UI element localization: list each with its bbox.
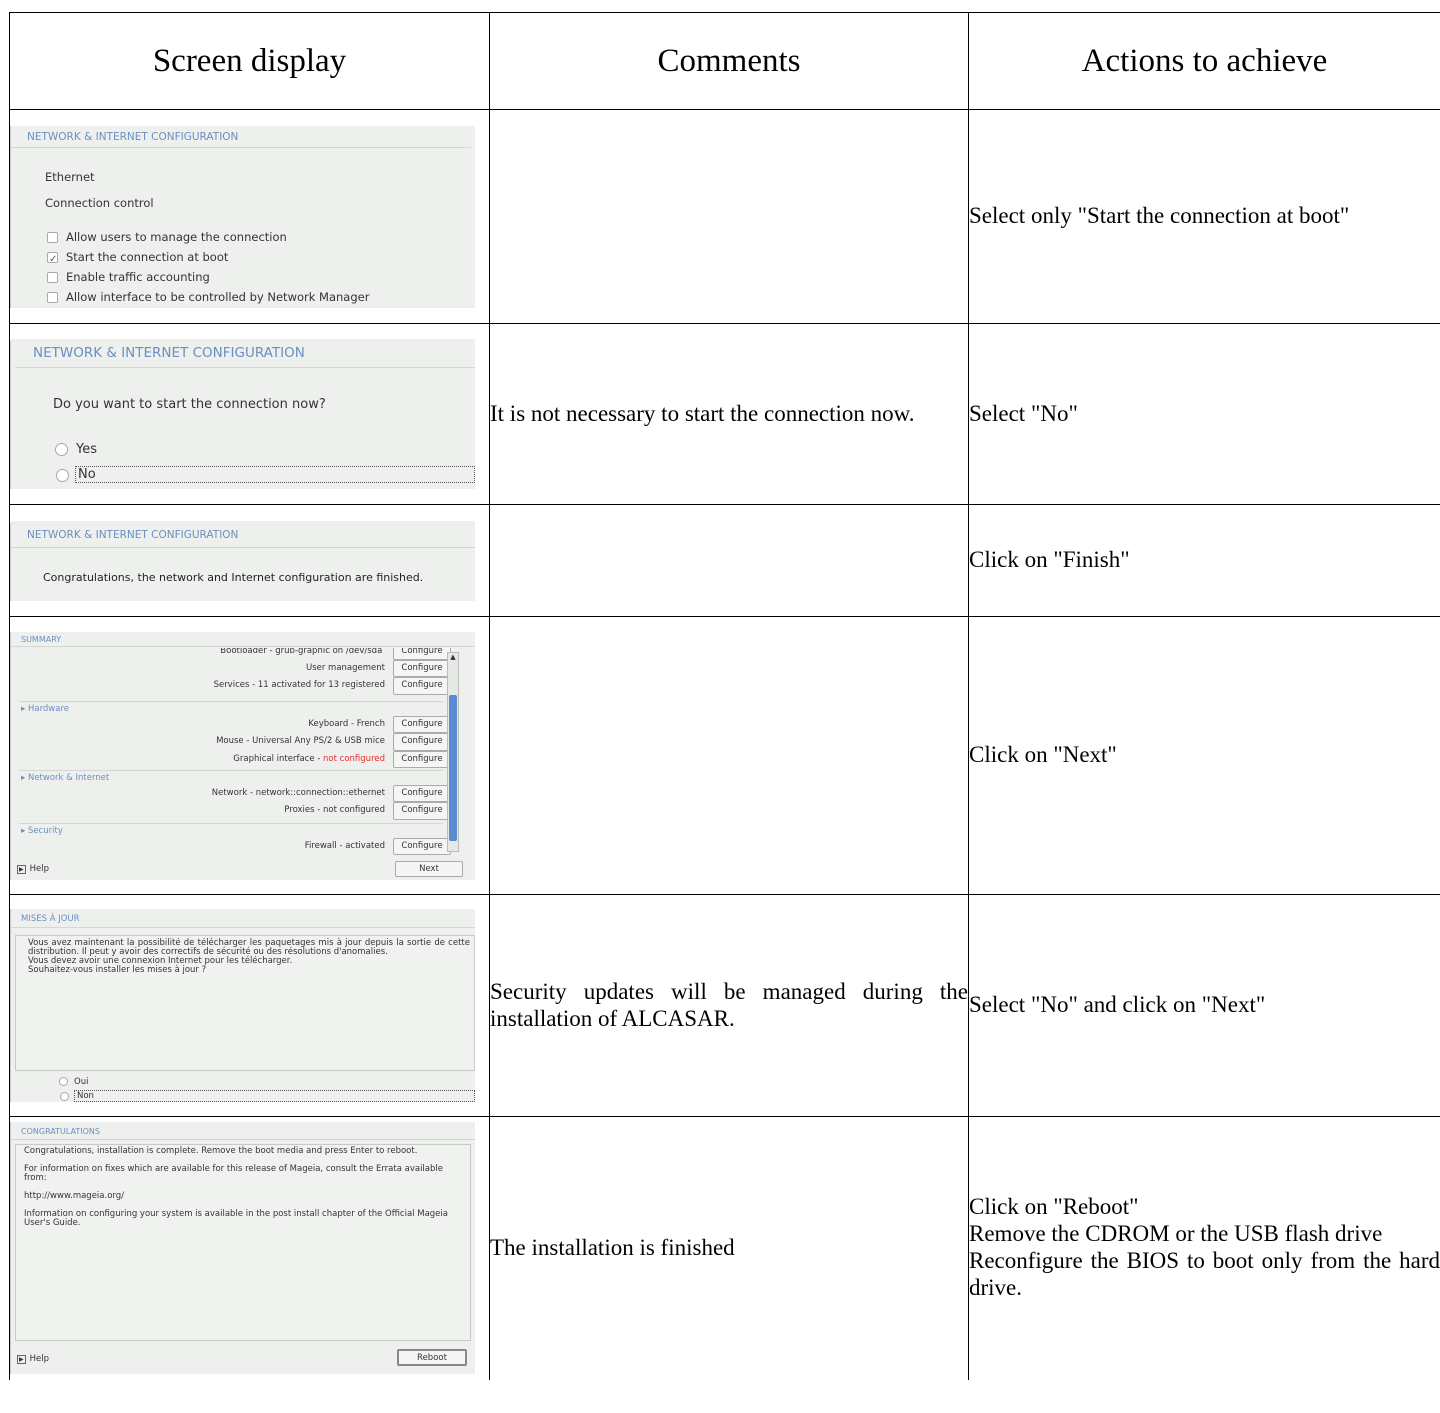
security-items: Firewall - activated Configure <box>305 837 451 855</box>
table-row: NETWORK & INTERNET CONFIGURATION Congrat… <box>9 504 1440 617</box>
configure-button[interactable]: Configure <box>393 784 451 802</box>
summary-list: Bootloader - grub-graphic on /dev/sda Co… <box>19 647 459 856</box>
radio-icon[interactable] <box>59 1077 68 1086</box>
table-row: CONGRATULATIONS Congratulations, install… <box>9 1116 1440 1380</box>
hardware-section[interactable]: ▸ Hardware <box>19 700 443 714</box>
screenshot-cell: NETWORK & INTERNET CONFIGURATION Congrat… <box>9 504 490 617</box>
option-start-at-boot[interactable]: Start the connection at boot <box>47 247 475 270</box>
option-traffic-accounting[interactable]: Enable traffic accounting <box>47 267 475 287</box>
reboot-button[interactable]: Reboot <box>397 1349 467 1367</box>
screenshot-title: CONGRATULATIONS <box>11 1122 475 1141</box>
hardware-items: Keyboard - French Configure Mouse - Unive… <box>216 715 451 768</box>
configure-button[interactable]: Configure <box>393 733 451 751</box>
updates-screenshot: MISES À JOUR Vous avez maintenant la pos… <box>10 909 475 1102</box>
table-row: NETWORK & INTERNET CONFIGURATION Etherne… <box>9 109 1440 324</box>
network-ethernet-screenshot: NETWORK & INTERNET CONFIGURATION Etherne… <box>10 125 475 308</box>
expand-icon: ▶ <box>17 864 26 874</box>
oui-option[interactable]: Oui <box>59 1077 88 1087</box>
configure-button[interactable]: Configure <box>393 677 451 695</box>
help-toggle[interactable]: ▶ Help <box>17 1354 49 1365</box>
procedure-table: Screen display Comments Actions to achie… <box>9 12 1440 1380</box>
no-option[interactable]: No <box>56 466 475 483</box>
action-cell: Click on "Finish" <box>968 504 1440 617</box>
checkbox-checked-icon[interactable] <box>47 250 58 270</box>
screenshot-cell: SUMMARY Bootloader - grub-graphic on /de… <box>9 616 490 895</box>
installation-complete-screenshot: CONGRATULATIONS Congratulations, install… <box>10 1122 475 1375</box>
summary-screenshot: SUMMARY Bootloader - grub-graphic on /de… <box>10 631 475 880</box>
network-section[interactable]: ▸ Network & Internet <box>19 769 443 783</box>
screenshot-title: NETWORK & INTERNET CONFIGURATION <box>15 339 475 368</box>
action-cell: Select "No" and click on "Next" <box>968 894 1440 1117</box>
connection-control-label: Connection control <box>45 195 154 210</box>
screenshot-title: SUMMARY <box>11 632 475 647</box>
radio-selected-icon[interactable] <box>56 469 69 482</box>
action-cell: Select only "Start the connection at boo… <box>968 109 1440 324</box>
configure-button[interactable]: Configure <box>393 750 451 768</box>
network-items: Network - network::connection::ethernet C… <box>212 784 451 820</box>
comment-cell: The installation is finished <box>489 1116 969 1380</box>
congratulations-message: Congratulations, the network and Interne… <box>43 570 424 584</box>
action-cell: Click on "Next" <box>968 616 1440 895</box>
option-network-manager[interactable]: Allow interface to be controlled by Netw… <box>47 287 475 307</box>
configure-button[interactable]: Configure <box>393 659 451 677</box>
not-configured-status: not configured <box>323 753 385 764</box>
header-actions: Actions to achieve <box>968 12 1440 110</box>
scrollbar-thumb[interactable] <box>449 694 457 841</box>
updates-text: Vous avez maintenant la possibilité de t… <box>15 935 475 1071</box>
screenshot-cell: CONGRATULATIONS Congratulations, install… <box>9 1116 490 1380</box>
ethernet-label: Ethernet <box>45 169 95 184</box>
expand-icon: ▶ <box>17 1355 26 1365</box>
comment-cell: Security updates will be managed during … <box>489 894 969 1117</box>
table-row: MISES À JOUR Vous avez maintenant la pos… <box>9 894 1440 1117</box>
screenshot-cell: NETWORK & INTERNET CONFIGURATION Do you … <box>9 323 490 505</box>
non-option[interactable]: Non <box>60 1090 475 1102</box>
yes-option[interactable]: Yes <box>11 412 475 457</box>
checkbox-icon[interactable] <box>47 292 58 304</box>
header-comments: Comments <box>489 12 969 110</box>
action-line: Click on "Reboot" <box>969 1194 1139 1220</box>
help-toggle[interactable]: ▶ Help <box>17 864 49 874</box>
radio-selected-icon[interactable] <box>60 1092 69 1101</box>
configure-button[interactable]: Configure <box>393 837 451 855</box>
options-list: Allow users to manage the connection Sta… <box>11 210 475 308</box>
scroll-up-icon[interactable]: ▲ <box>448 653 458 662</box>
screenshot-title: NETWORK & INTERNET CONFIGURATION <box>11 521 475 548</box>
network-finished-screenshot: NETWORK & INTERNET CONFIGURATION Congrat… <box>10 520 475 601</box>
configure-button[interactable]: Configure <box>393 715 451 733</box>
mageia-link[interactable]: http://www.mageia.org/ <box>24 1192 464 1201</box>
security-section[interactable]: ▸ Security <box>19 822 443 836</box>
screenshot-title: NETWORK & INTERNET CONFIGURATION <box>11 126 471 148</box>
configure-button[interactable]: Configure <box>393 647 451 660</box>
scrollbar[interactable]: ▲ <box>447 651 459 852</box>
system-items: User management Configure Services - 11 a… <box>214 659 451 695</box>
comment-cell <box>489 616 969 895</box>
action-line: Reconfigure the BIOS to boot only from t… <box>969 1248 1440 1301</box>
start-question: Do you want to start the connection now? <box>53 397 326 412</box>
action-cell: Select "No" <box>968 323 1440 505</box>
checkbox-icon[interactable] <box>47 231 58 243</box>
comment-cell: It is not necessary to start the connect… <box>489 323 969 505</box>
header-screen-display: Screen display <box>9 12 490 110</box>
radio-icon[interactable] <box>55 443 68 456</box>
table-row: SUMMARY Bootloader - grub-graphic on /de… <box>9 616 1440 895</box>
checkbox-icon[interactable] <box>47 272 58 284</box>
configure-button[interactable]: Configure <box>393 802 451 820</box>
comment-cell <box>489 504 969 617</box>
screenshot-cell: MISES À JOUR Vous avez maintenant la pos… <box>9 894 490 1117</box>
start-connection-screenshot: NETWORK & INTERNET CONFIGURATION Do you … <box>10 339 475 489</box>
screenshot-title: MISES À JOUR <box>11 909 475 928</box>
option-allow-users[interactable]: Allow users to manage the connection <box>47 227 475 247</box>
header-row: Screen display Comments Actions to achie… <box>9 12 1440 110</box>
screenshot-cell: NETWORK & INTERNET CONFIGURATION Etherne… <box>9 109 490 324</box>
congratulations-text: Congratulations, installation is complet… <box>15 1144 471 1342</box>
next-button[interactable]: Next <box>395 860 463 877</box>
table-row: NETWORK & INTERNET CONFIGURATION Do you … <box>9 323 1440 505</box>
action-line: Remove the CDROM or the USB flash drive <box>969 1221 1383 1247</box>
comment-cell <box>489 109 969 324</box>
action-cell: Click on "Reboot" Remove the CDROM or th… <box>968 1116 1440 1380</box>
